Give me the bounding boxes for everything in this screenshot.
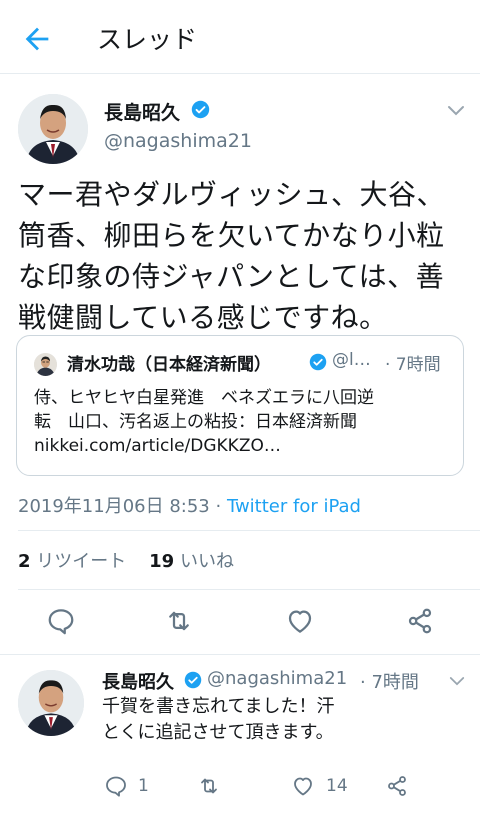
reply-text-line: 千賀を書き忘れてました！汗	[102, 696, 335, 717]
author-handle[interactable]: @nagashima21	[104, 130, 252, 152]
divider	[0, 654, 480, 655]
reply-author-name[interactable]: 長島昭久	[102, 668, 174, 694]
reply-icon[interactable]	[46, 606, 76, 636]
arrow-left-icon[interactable]	[20, 22, 54, 56]
like-count: 14	[326, 776, 348, 796]
reply-text-line: とくに追記させて頂きます。	[102, 722, 334, 743]
tweet-text: マー君やダルヴィッシュ、大谷、 筒香、柳田らを欠いてかなり小粒 な印象の侍ジャパ…	[18, 174, 468, 338]
reply-author-handle[interactable]: @nagashima21	[207, 668, 347, 689]
retweet-count[interactable]: 2	[18, 551, 31, 572]
quote-text: 侍、ヒヤヒヤ白星発進 ベネズエラに八回逆 転 山口、汚名返上の粘投：日本経済新聞…	[34, 386, 454, 458]
reply-count: 1	[138, 776, 149, 796]
divider	[18, 589, 480, 590]
tweet-text-line: 戦健闘している感じですね。	[18, 301, 388, 334]
reply-text: 千賀を書き忘れてました！汗 とくに追記させて頂きます。	[102, 694, 452, 746]
verified-badge-icon	[184, 671, 202, 689]
divider	[18, 530, 480, 531]
like-label[interactable]: いいね	[180, 551, 234, 572]
heart-icon[interactable]	[285, 606, 315, 636]
avatar[interactable]	[18, 94, 88, 164]
quote-avatar	[34, 353, 57, 376]
quote-author-name: 清水功哉（日本経済新聞）	[67, 355, 271, 375]
reply-time[interactable]: · 7時間	[360, 668, 419, 694]
quoted-tweet-card[interactable]: 清水功哉（日本経済新聞） @l… · 7時間 侍、ヒヤヒヤ白星発進 ベネズエラに…	[16, 335, 464, 476]
heart-icon[interactable]	[291, 774, 315, 798]
retweet-icon[interactable]	[197, 774, 221, 798]
top-bar: スレッド	[0, 0, 480, 74]
page-title: スレッド	[97, 25, 198, 54]
avatar[interactable]	[18, 670, 84, 736]
tweet-text-line: 筒香、柳田らを欠いてかなり小粒	[18, 219, 445, 252]
share-icon[interactable]	[405, 606, 435, 636]
quote-text-line: 転 山口、汚名返上の粘投：日本経済新聞	[34, 412, 357, 432]
author-name[interactable]: 長島昭久	[104, 98, 180, 125]
like-count[interactable]: 19	[149, 551, 174, 572]
tweet-stats: 2 リツイート 19 いいね	[18, 547, 234, 573]
retweet-icon[interactable]	[164, 606, 194, 636]
tweet-source[interactable]: Twitter for iPad	[227, 496, 361, 517]
quote-link[interactable]: nikkei.com/article/DGKKZO…	[34, 434, 454, 458]
reply-icon[interactable]	[104, 774, 128, 798]
tweet-text-line: マー君やダルヴィッシュ、大谷、	[18, 178, 445, 211]
tweet-text-line: な印象の侍ジャパンとしては、善	[18, 260, 445, 293]
retweet-label[interactable]: リツイート	[36, 551, 126, 572]
chevron-down-icon[interactable]	[449, 676, 465, 687]
share-icon[interactable]	[385, 774, 409, 798]
tweet-meta: 2019年11月06日 8:53 · Twitter for iPad	[18, 492, 361, 518]
tweet-timestamp[interactable]: 2019年11月06日 8:53	[18, 496, 210, 517]
quote-author-handle: @l…	[332, 350, 371, 370]
verified-badge-icon	[191, 100, 210, 119]
quote-text-line: 侍、ヒヤヒヤ白星発進 ベネズエラに八回逆	[34, 388, 374, 408]
meta-separator: ·	[209, 496, 227, 517]
verified-badge-icon	[309, 353, 327, 371]
chevron-down-icon[interactable]	[447, 105, 465, 117]
quote-time: · 7時間	[385, 355, 441, 375]
